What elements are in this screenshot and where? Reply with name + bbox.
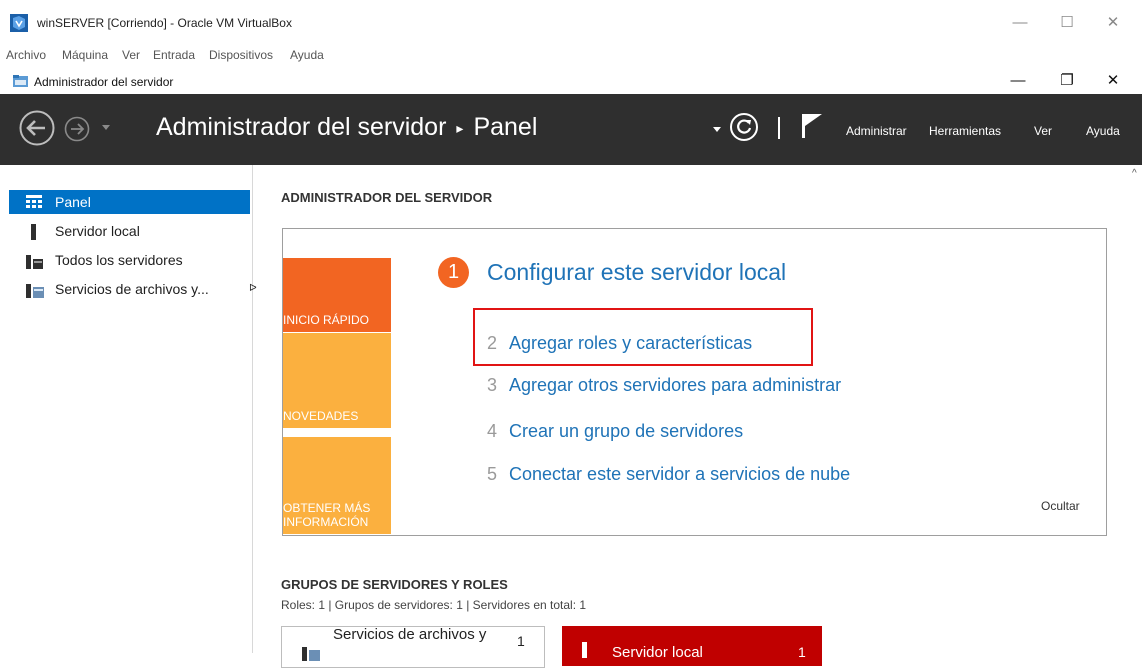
card-local-server[interactable]: Servidor local 1 [562, 626, 822, 666]
hide-link[interactable]: Ocultar [1041, 499, 1080, 513]
app-header: Administrador del servidor ▸ Panel Adminis… [0, 94, 1142, 165]
menu-ayuda-header[interactable]: Ayuda [1086, 124, 1120, 138]
sidebar-item-label: Servicios de archivos y... [55, 281, 209, 297]
menu-entrada[interactable]: Entrada [153, 48, 195, 62]
breadcrumb-separator: ▸ [456, 119, 464, 136]
step-5-link[interactable]: 5 Conectar este servidor a servicios de n… [487, 464, 850, 485]
highlight-rectangle [473, 308, 813, 366]
sidebar-item-label: Servidor local [55, 223, 140, 239]
sidebar: Panel Servidor local Todos los servidore… [9, 165, 257, 653]
menu-ver[interactable]: Ver [122, 48, 140, 62]
server-manager-window-title: Administrador del servidor [34, 75, 174, 89]
sidebar-item-local-server[interactable]: Servidor local [9, 219, 250, 243]
close-button[interactable]: ✕ [1098, 71, 1128, 91]
step-4-link[interactable]: 4 Crear un grupo de servidores [487, 421, 743, 442]
card-local-server-count: 1 [798, 644, 806, 660]
breadcrumb: Administrador del servidor ▸ Panel [156, 113, 537, 142]
header-divider [778, 117, 780, 139]
breadcrumb-app[interactable]: Administrador del servidor [156, 113, 446, 141]
server-manager-titlebar: Administrador del servidor — ❐ ✕ [0, 66, 1142, 94]
vbox-close-button[interactable]: ✕ [1098, 12, 1128, 34]
minimize-button[interactable]: — [1003, 71, 1033, 91]
quick-start-panel: INICIO RÁPIDO NOVEDADES OBTENER MÁS INFO… [282, 228, 1107, 536]
server-manager-icon [13, 75, 28, 87]
menu-ver-header[interactable]: Ver [1034, 124, 1052, 138]
chevron-down-icon[interactable] [102, 125, 110, 131]
server-icon [582, 642, 587, 658]
menu-dispositivos[interactable]: Dispositivos [209, 48, 273, 62]
sidebar-item-label: Todos los servidores [55, 252, 183, 268]
back-arrow-icon[interactable] [19, 110, 55, 146]
menu-herramientas[interactable]: Herramientas [929, 124, 1001, 138]
dashboard-icon [26, 195, 42, 208]
forward-arrow-icon[interactable] [64, 116, 90, 142]
tile-news[interactable]: NOVEDADES [283, 333, 391, 428]
refresh-icon[interactable] [729, 112, 759, 142]
notifications-flag-icon[interactable] [800, 112, 824, 140]
vbox-minimize-button[interactable]: — [1005, 12, 1035, 34]
menu-archivo[interactable]: Archivo [6, 48, 46, 62]
groups-summary: Roles: 1 | Grupos de servidores: 1 | Ser… [281, 598, 587, 612]
tile-quick-start[interactable]: INICIO RÁPIDO [283, 258, 391, 332]
restore-button[interactable]: ❐ [1052, 71, 1082, 91]
section-heading-admin: ADMINISTRADOR DEL SERVIDOR [281, 190, 493, 205]
vbox-maximize-button[interactable]: ☐ [1052, 12, 1082, 34]
card-file-services-label: Servicios de archivos y [333, 626, 487, 643]
sidebar-item-label: Panel [55, 194, 91, 210]
menu-ayuda[interactable]: Ayuda [290, 48, 324, 62]
vbox-titlebar: winSERVER [Corriendo] - Oracle VM Virtua… [0, 0, 1142, 44]
step-3-link[interactable]: 3 Agregar otros servidores para administr… [487, 375, 841, 396]
section-heading-groups: GRUPOS DE SERVIDORES Y ROLES [281, 577, 508, 592]
file-services-icon [302, 647, 320, 661]
servers-icon [26, 255, 43, 269]
sidebar-item-all-servers[interactable]: Todos los servidores [9, 248, 250, 272]
step-1-circle: 1 [438, 257, 469, 288]
sidebar-item-panel[interactable]: Panel [9, 190, 250, 214]
tile-more-info[interactable]: OBTENER MÁS INFORMACIÓN [283, 437, 391, 534]
expand-arrow-icon[interactable]: ᐅ [249, 283, 257, 294]
menu-administrar[interactable]: Administrar [846, 124, 907, 138]
virtualbox-icon [10, 14, 28, 32]
vbox-window-title: winSERVER [Corriendo] - Oracle VM Virtua… [37, 16, 292, 30]
breadcrumb-page: Panel [473, 113, 538, 141]
server-icon [31, 224, 36, 240]
step-1-title[interactable]: Configurar este servidor local [487, 259, 786, 286]
sidebar-item-file-services[interactable]: Servicios de archivos y... ᐅ [9, 277, 257, 301]
file-services-icon [26, 284, 44, 298]
card-file-services-count: 1 [517, 633, 525, 649]
chevron-down-icon[interactable] [713, 127, 721, 133]
menu-maquina[interactable]: Máquina [62, 48, 108, 62]
vbox-menubar: Archivo Máquina Ver Entrada Dispositivos… [0, 44, 1142, 66]
card-file-services[interactable]: Servicios de archivos y 1 [281, 626, 545, 668]
scroll-up-arrow-icon[interactable]: ^ [1132, 168, 1137, 179]
